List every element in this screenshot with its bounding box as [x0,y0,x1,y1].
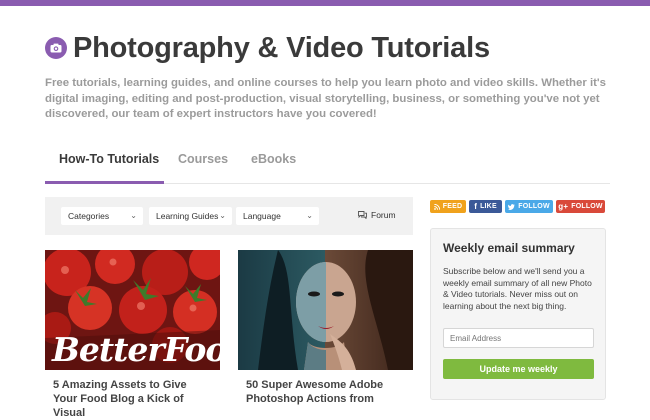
google-plus-follow-button[interactable]: g+ FOLLOW [556,200,605,213]
facebook-like-label: LIKE [480,203,497,210]
email-panel-title: Weekly email summary [443,241,575,255]
rss-feed-label: FEED [442,203,463,210]
weekly-email-panel: Weekly email summary Subscribe below and… [430,228,606,400]
tab-bar: How-To Tutorials Courses eBooks [45,140,610,184]
photoshop-actions-image[interactable] [238,250,413,370]
filter-bar: Categories ⌄ Learning Guides ⌄ Language … [45,197,413,235]
camera-icon [45,37,67,59]
categories-dropdown[interactable]: Categories ⌄ [61,207,143,225]
forum-link[interactable]: Forum [358,210,396,220]
page-title: Photography & Video Tutorials [73,31,490,64]
facebook-like-button[interactable]: f LIKE [469,200,502,213]
email-field[interactable] [443,328,594,348]
email-panel-text: Subscribe below and we'll send you a wee… [443,266,592,312]
forum-icon [358,211,367,219]
twitter-follow-label: FOLLOW [518,203,550,210]
page-header: Photography & Video Tutorials [45,30,615,66]
categories-dropdown-label: Categories [68,211,110,221]
active-tab-indicator [45,181,164,184]
google-plus-icon: g+ [558,202,569,211]
tutorial-card[interactable]: 50 Super Awesome Adobe Photoshop Actions… [238,250,413,410]
tab-ebooks[interactable]: eBooks [251,152,296,166]
chevron-down-icon: ⌄ [219,211,226,220]
facebook-icon: f [474,202,478,211]
twitter-bird-icon [508,203,516,210]
language-dropdown[interactable]: Language ⌄ [236,207,319,225]
learning-guides-dropdown[interactable]: Learning Guides ⌄ [149,207,232,225]
food-blog-image[interactable]: BetterFood [45,250,220,370]
language-dropdown-label: Language [243,211,281,221]
tutorial-card-title[interactable]: 5 Amazing Assets to Give Your Food Blog … [53,378,213,420]
page-description: Free tutorials, learning guides, and onl… [45,77,606,121]
food-blog-image-text: BetterFood [52,330,220,369]
tutorial-card[interactable]: BetterFood 5 Amazing Assets to Give Your… [45,250,220,419]
portrait-illustration [238,250,413,370]
rss-icon [433,203,440,210]
tab-how-to-tutorials[interactable]: How-To Tutorials [59,152,159,166]
rss-feed-button[interactable]: FEED [430,200,466,213]
tab-courses[interactable]: Courses [178,152,228,166]
twitter-follow-button[interactable]: FOLLOW [505,200,553,213]
forum-label: Forum [371,210,396,220]
tutorial-card-title[interactable]: 50 Super Awesome Adobe Photoshop Actions… [246,378,406,406]
learning-guides-dropdown-label: Learning Guides [156,211,219,221]
chevron-down-icon: ⌄ [130,211,137,220]
update-weekly-button[interactable]: Update me weekly [443,359,594,379]
google-plus-follow-label: FOLLOW [571,203,603,210]
chevron-down-icon: ⌄ [306,211,313,220]
top-accent-bar [0,0,650,6]
